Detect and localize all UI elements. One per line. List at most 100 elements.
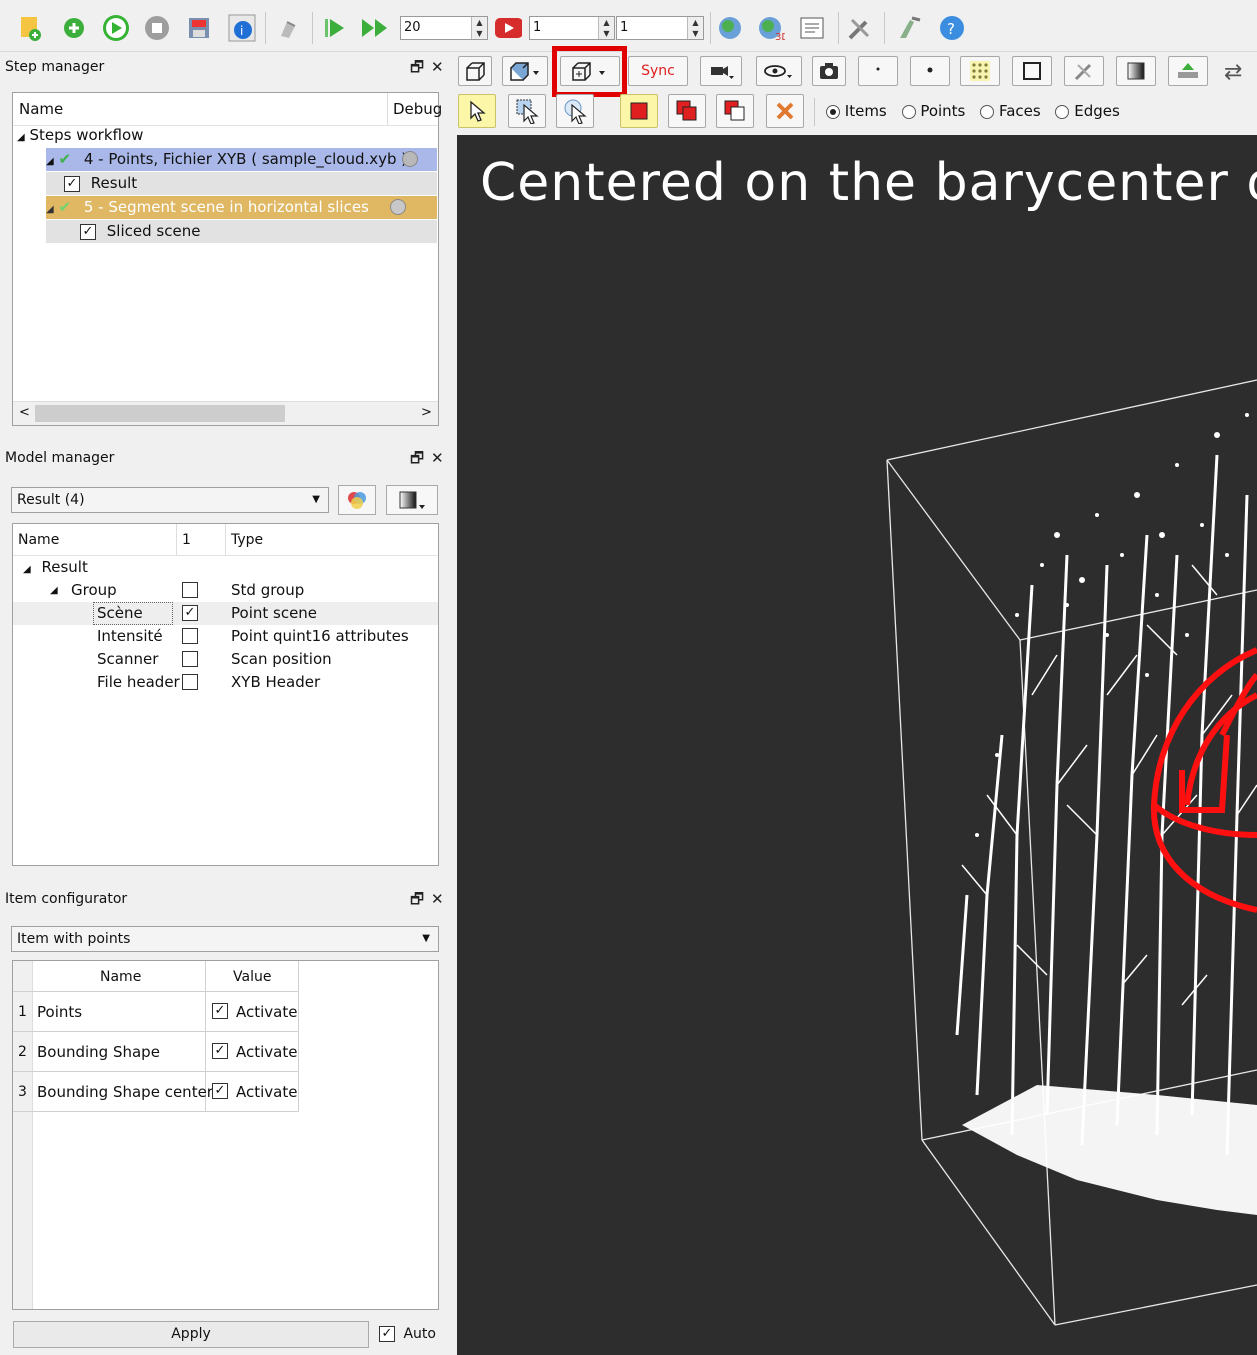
item-type-combobox[interactable]: Item with points ▼	[11, 926, 439, 952]
scroll-thumb[interactable]	[35, 405, 285, 422]
clean-icon[interactable]	[896, 14, 924, 42]
scroll-left-icon[interactable]: <	[19, 405, 30, 420]
tree-row-result[interactable]: ✓ Result	[46, 172, 437, 195]
config-row-points[interactable]: 1 Points ✓ Activate	[13, 992, 299, 1032]
bounding-shape-activate-checkbox[interactable]: ✓	[212, 1043, 228, 1059]
spin-arrows-icon[interactable]: ▲ ▼	[471, 17, 487, 39]
scene-checkbox[interactable]: ✓	[182, 605, 198, 621]
iterations-spinbox[interactable]: 20 ▲ ▼	[400, 16, 488, 40]
model-row-scene[interactable]: Scène ✓ Point scene	[13, 602, 438, 625]
intensity-checkbox[interactable]	[182, 628, 198, 644]
radio-edges[interactable]: Edges	[1055, 102, 1120, 120]
tree-row-step-5[interactable]: ◢ ✔ 5 - Segment scene in horizontal slic…	[46, 196, 437, 219]
close-icon[interactable]: ✕	[431, 445, 444, 471]
help-icon[interactable]: ?	[938, 14, 966, 42]
play-icon[interactable]	[102, 14, 130, 42]
radio-items[interactable]: Items	[826, 102, 887, 120]
model-row-file-header[interactable]: File header XYB Header	[13, 671, 438, 694]
swap-icon[interactable]: ⇄	[1224, 60, 1242, 85]
select-lasso-pointer-icon[interactable]	[556, 94, 594, 128]
expand-arrow-icon[interactable]: ◢	[50, 579, 58, 602]
model-row-group[interactable]: ◢ Group Std group	[13, 579, 438, 602]
info-icon[interactable]: i	[228, 14, 256, 42]
camera-dropdown-icon[interactable]	[700, 56, 742, 86]
view-tools-icon[interactable]	[1064, 56, 1104, 86]
close-icon[interactable]: ✕	[431, 54, 444, 80]
close-icon[interactable]: ✕	[431, 886, 444, 912]
add-icon[interactable]	[60, 14, 88, 42]
point-size-large-icon[interactable]	[910, 56, 950, 86]
view-cube-dropdown-icon[interactable]	[502, 56, 548, 86]
scanner-checkbox[interactable]	[182, 651, 198, 667]
spin2-spinbox[interactable]: 1 ▲ ▼	[616, 16, 704, 40]
tree-label: Steps workflow	[29, 126, 144, 144]
step-forward-icon[interactable]	[322, 14, 350, 42]
perspective-cube-icon[interactable]	[458, 56, 492, 86]
clear-icon[interactable]	[275, 14, 303, 42]
group-checkbox[interactable]	[182, 582, 198, 598]
remove-selection-icon[interactable]	[716, 94, 754, 128]
radio-points[interactable]: Points	[901, 102, 965, 120]
gradient-background-icon[interactable]	[1116, 56, 1156, 86]
dropdown-arrow-icon[interactable]: ▼	[312, 488, 320, 512]
radio-faces[interactable]: Faces	[980, 102, 1041, 120]
clear-selection-icon[interactable]	[766, 94, 804, 128]
auto-checkbox[interactable]: ✓	[379, 1326, 395, 1342]
expand-arrow-icon[interactable]: ◢	[17, 132, 25, 143]
expand-arrow-icon[interactable]: ◢	[46, 204, 54, 215]
result-checkbox[interactable]: ✓	[64, 175, 80, 192]
file-header-checkbox[interactable]	[182, 674, 198, 690]
record-icon[interactable]	[494, 14, 522, 42]
model-row-intensity[interactable]: Intensité Point quint16 attributes	[13, 625, 438, 648]
export-icon[interactable]	[1168, 56, 1208, 86]
sliced-scene-checkbox[interactable]: ✓	[80, 223, 96, 240]
select-pointer-icon[interactable]	[458, 94, 496, 128]
points-activate-checkbox[interactable]: ✓	[212, 1003, 228, 1019]
screenshot-icon[interactable]	[812, 56, 846, 86]
float-icon[interactable]: 🗗	[410, 886, 424, 912]
fast-forward-icon[interactable]	[360, 14, 388, 42]
float-icon[interactable]: 🗗	[410, 54, 424, 80]
plugin-icon[interactable]	[716, 14, 744, 42]
expand-arrow-icon[interactable]: ◢	[46, 156, 54, 167]
spin-arrows-icon[interactable]: ▲ ▼	[687, 17, 703, 39]
result-combobox[interactable]: Result (4) ▼	[11, 487, 329, 513]
tree-row-sliced-scene[interactable]: ✓ Sliced scene	[46, 220, 437, 243]
sync-button[interactable]: Sync	[628, 56, 688, 86]
point-size-small-icon[interactable]	[858, 56, 898, 86]
grid-points-icon[interactable]	[960, 56, 1000, 86]
document-icon[interactable]	[798, 14, 826, 42]
tree-row-steps-workflow[interactable]: ◢ Steps workflow	[17, 124, 143, 147]
expand-arrow-icon[interactable]: ◢	[23, 564, 31, 575]
save-icon[interactable]	[185, 14, 213, 42]
tools-icon[interactable]	[846, 14, 874, 42]
stop-icon[interactable]	[143, 14, 171, 42]
visibility-dropdown-icon[interactable]	[756, 56, 802, 86]
3d-viewer[interactable]: Centered on the barycenter of	[457, 135, 1257, 1355]
config-row-bounding-shape[interactable]: 2 Bounding Shape ✓ Activate	[13, 1032, 299, 1072]
debug-indicator-icon[interactable]	[390, 199, 406, 215]
select-rect-pointer-icon[interactable]	[508, 94, 546, 128]
plugin-3d-icon[interactable]: 3D	[757, 14, 785, 42]
spin-arrows-icon[interactable]: ▲ ▼	[598, 17, 614, 39]
color-button[interactable]	[338, 485, 376, 515]
center-cube-dropdown-icon[interactable]	[560, 56, 620, 86]
debug-indicator-icon[interactable]	[402, 151, 418, 167]
bounding-shape-center-activate-checkbox[interactable]: ✓	[212, 1083, 228, 1099]
dropdown-arrow-icon[interactable]: ▼	[422, 927, 430, 951]
apply-button[interactable]: Apply	[13, 1321, 369, 1348]
horizontal-scrollbar[interactable]: < >	[13, 401, 438, 425]
auto-checkbox-row[interactable]: ✓ Auto	[379, 1325, 436, 1343]
float-icon[interactable]: 🗗	[410, 445, 424, 471]
scroll-right-icon[interactable]: >	[421, 405, 432, 420]
add-step-icon[interactable]	[16, 14, 44, 42]
model-row-result[interactable]: ◢ Result	[23, 556, 88, 579]
add-selection-icon[interactable]	[668, 94, 706, 128]
spin1-spinbox[interactable]: 1 ▲ ▼	[529, 16, 615, 40]
tree-row-step-4[interactable]: ◢ ✔ 4 - Points, Fichier XYB ( sample_clo…	[46, 148, 437, 171]
config-row-bounding-shape-center[interactable]: 3 Bounding Shape center ✓ Activate	[13, 1072, 299, 1112]
square-icon[interactable]	[1012, 56, 1052, 86]
gradient-button[interactable]	[386, 485, 438, 515]
select-one-icon[interactable]	[620, 94, 658, 128]
model-row-scanner[interactable]: Scanner Scan position	[13, 648, 438, 671]
